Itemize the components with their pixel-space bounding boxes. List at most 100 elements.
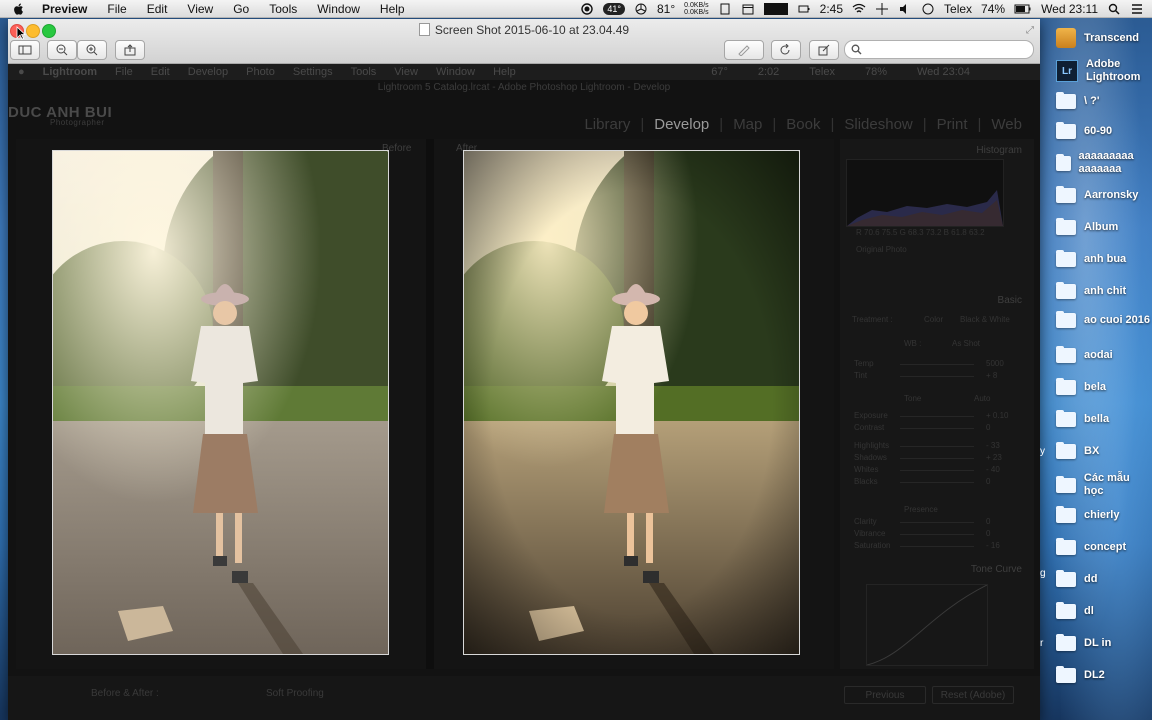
menu-view[interactable]: View: [187, 2, 213, 16]
search-input[interactable]: [867, 42, 1031, 58]
menu-go[interactable]: Go: [233, 2, 249, 16]
slider-track: [900, 376, 974, 377]
tone-label: Tone: [904, 394, 922, 403]
pen-icon: [738, 45, 750, 56]
desktop-item[interactable]: aaaaaaaaa aaaaaaa: [1056, 150, 1152, 176]
temp-readout[interactable]: 81°: [657, 2, 675, 16]
desktop-item[interactable]: concept: [1056, 538, 1152, 555]
edit-toolbar-button[interactable]: [809, 40, 839, 60]
menu-tools[interactable]: Tools: [269, 2, 297, 16]
desktop-item[interactable]: Transcend: [1056, 28, 1152, 48]
battery-time[interactable]: 2:45: [820, 2, 843, 16]
desktop-item[interactable]: chierly: [1056, 506, 1152, 523]
clock[interactable]: Wed 23:11: [1041, 2, 1098, 16]
lr-apple-icon: ●: [18, 66, 25, 78]
desktop-item[interactable]: anh bua: [1056, 250, 1152, 267]
menu-file[interactable]: File: [107, 2, 126, 16]
lr-battery-pct: 78%: [864, 66, 887, 78]
desktop-item[interactable]: bella: [1056, 410, 1152, 427]
battery-percent[interactable]: 74%: [981, 2, 1005, 16]
reset-button: Reset (Adobe): [932, 686, 1014, 704]
desktop-item-label: Album: [1084, 221, 1119, 233]
lr-vpn: Telex: [809, 66, 835, 78]
notification-center-icon[interactable]: [1130, 3, 1144, 15]
menu-app[interactable]: Preview: [42, 2, 87, 16]
desktop-item[interactable]: DL2: [1056, 666, 1152, 683]
apple-icon[interactable]: [12, 2, 26, 16]
lr-pane-divider: [426, 139, 434, 669]
zoom-in-button[interactable]: [77, 40, 107, 60]
zoom-in-icon: [86, 44, 98, 56]
rotate-button[interactable]: [771, 40, 801, 60]
desktop-item[interactable]: anh chit: [1056, 282, 1152, 299]
desktop-item[interactable]: Các mẫu học: [1056, 472, 1152, 498]
share-button[interactable]: [115, 40, 145, 60]
desktop-item-label: aodai: [1084, 349, 1113, 361]
slider-name: Contrast: [854, 423, 885, 432]
menu-window[interactable]: Window: [317, 2, 360, 16]
vpn-label[interactable]: Telex: [944, 2, 972, 16]
preview-window: Screen Shot 2015-06-10 at 23.04.49 ⤢ ● L…: [8, 19, 1040, 720]
desktop-item-label: anh chit: [1084, 285, 1127, 297]
net-up: 0.0KB/s: [684, 1, 709, 9]
folder-icon: [1056, 410, 1076, 427]
desktop-item[interactable]: Aarronsky: [1056, 186, 1152, 203]
folder-icon: [1056, 602, 1076, 619]
desktop-item-label: DL2: [1084, 669, 1105, 681]
desktop-item[interactable]: ao cuoi 2016: [1056, 311, 1152, 328]
monitor-widget[interactable]: [763, 2, 788, 15]
histogram-shape: [847, 190, 1003, 226]
window-titlebar[interactable]: Screen Shot 2015-06-10 at 23.04.49 ⤢: [8, 19, 1040, 64]
battery-icon[interactable]: [1014, 3, 1032, 15]
slider-name: Tint: [854, 371, 868, 380]
clipboard-icon[interactable]: [718, 3, 732, 15]
desktop-item[interactable]: 60-90: [1056, 122, 1152, 139]
move-icon[interactable]: [875, 2, 889, 15]
window-title-wrap: Screen Shot 2015-06-10 at 23.04.49: [8, 23, 1040, 37]
slider-value: + 0.10: [986, 411, 1009, 420]
slider-track: [900, 522, 974, 523]
net-speed[interactable]: 0.0KB/s 0.0KB/s: [684, 2, 709, 16]
desktop-item[interactable]: \ ?': [1056, 92, 1152, 109]
search-field[interactable]: [844, 40, 1034, 59]
record-icon[interactable]: [580, 2, 594, 15]
desktop-item[interactable]: dd: [1056, 570, 1152, 587]
folder-icon: [1056, 311, 1076, 328]
desktop-item[interactable]: Album: [1056, 218, 1152, 235]
desktop-item[interactable]: Lr Adobe Lightroom: [1056, 58, 1152, 84]
desktop-item[interactable]: aodai: [1056, 346, 1152, 363]
menu-help[interactable]: Help: [380, 2, 405, 16]
folder-icon: [1056, 218, 1076, 235]
slider-track: [900, 458, 974, 459]
desktop-item-label: Các mẫu học: [1083, 472, 1130, 497]
histogram-readout: R 70.6 75.5 G 68.3 73.2 B 61.8 63.2: [856, 228, 985, 237]
desktop-item-label: aaaaaaaaa aaaaaaa: [1078, 150, 1134, 175]
edge-text-2: g: [1040, 568, 1046, 579]
fullscreen-icon[interactable]: ⤢: [1026, 25, 1034, 36]
folder-icon: [1056, 282, 1076, 299]
volume-icon[interactable]: [898, 3, 912, 15]
desktop-item[interactable]: dl: [1056, 602, 1152, 619]
desktop-item[interactable]: BX: [1056, 442, 1152, 459]
lr-menu-develop: Develop: [187, 66, 229, 78]
sidebar-toggle-button[interactable]: [10, 40, 40, 60]
histogram-header: Histogram: [976, 145, 1022, 156]
slider-value: 0: [986, 423, 991, 432]
desktop-item[interactable]: bela: [1056, 378, 1152, 395]
lr-menu-help: Help: [493, 66, 516, 78]
desktop-item[interactable]: DL in: [1056, 634, 1152, 651]
calendar-icon[interactable]: [741, 3, 755, 15]
zoom-out-button[interactable]: [47, 40, 77, 60]
lr-menu-window: Window: [435, 66, 476, 78]
wifi-icon[interactable]: [852, 3, 866, 15]
folder-icon: [1056, 92, 1076, 109]
markup-pen-button[interactable]: [724, 40, 764, 60]
sidebar-icon: [18, 45, 32, 55]
menu-edit[interactable]: Edit: [147, 2, 168, 16]
cpu-temp-badge[interactable]: 41°: [603, 2, 625, 15]
spotlight-search-icon[interactable]: [1107, 3, 1121, 15]
folder-icon: [1056, 634, 1076, 651]
desktop-item-label: 60-90: [1084, 125, 1113, 137]
slider-name: Highlights: [854, 441, 890, 450]
fan-icon[interactable]: [634, 3, 648, 15]
